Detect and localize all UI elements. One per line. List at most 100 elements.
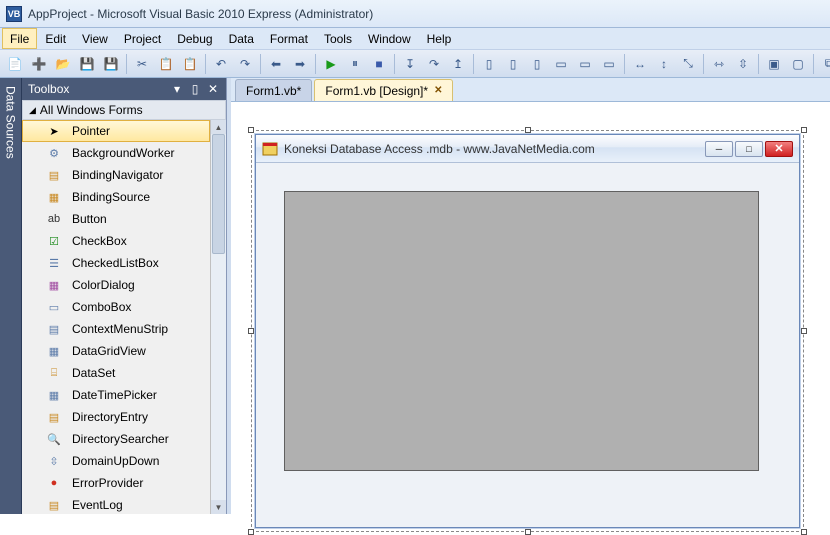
menu-tools[interactable]: Tools [316, 28, 360, 49]
form-client-area[interactable] [256, 163, 799, 527]
toolbox-item-dataset[interactable]: ⌸DataSet [22, 362, 210, 384]
align-bot-icon[interactable]: ▭ [598, 53, 620, 75]
nav-fwd-icon[interactable]: ➡ [289, 53, 311, 75]
toolbox-item-datagridview[interactable]: ▦DataGridView [22, 340, 210, 362]
toolbox-dropdown-icon[interactable]: ▾ [170, 82, 184, 96]
bring-front-icon[interactable]: ▣ [763, 53, 785, 75]
tab-close-icon[interactable]: ✕ [434, 85, 442, 96]
new-project-icon[interactable]: 📄 [4, 53, 26, 75]
data-sources-label: Data Sources [4, 86, 18, 159]
cut-icon[interactable]: ✂ [131, 53, 153, 75]
break-icon[interactable]: ⏸ [344, 53, 366, 75]
toolbox-item-checkedlistbox[interactable]: ☰CheckedListBox [22, 252, 210, 274]
collapse-icon: ◢ [29, 105, 36, 116]
toolbox-category[interactable]: ◢ All Windows Forms [22, 100, 226, 120]
toolbox-item-directorysearcher[interactable]: 🔍DirectorySearcher [22, 428, 210, 450]
menu-debug[interactable]: Debug [169, 28, 220, 49]
size-height-icon[interactable]: ↕ [653, 53, 675, 75]
form-designer[interactable]: Koneksi Database Access .mdb - www.JavaN… [231, 102, 830, 514]
paste-icon[interactable]: 📋 [179, 53, 201, 75]
align-center-icon[interactable]: ▯ [502, 53, 524, 75]
toolbox-header: Toolbox ▾ ▯ ✕ [22, 78, 226, 100]
doc-tab[interactable]: Form1.vb* [235, 79, 312, 101]
data-sources-tab[interactable]: Data Sources [0, 78, 22, 514]
start-debug-icon[interactable]: ▶ [320, 53, 342, 75]
toolbox-item-label: DomainUpDown [72, 454, 159, 468]
maximize-button[interactable]: □ [735, 141, 763, 157]
nav-back-icon[interactable]: ⬅ [265, 53, 287, 75]
scroll-down-icon[interactable]: ▼ [211, 500, 226, 514]
align-right-icon[interactable]: ▯ [526, 53, 548, 75]
toolbox-close-icon[interactable]: ✕ [206, 82, 220, 96]
resize-handle[interactable] [525, 127, 531, 133]
resize-handle[interactable] [525, 529, 531, 535]
save-all-icon[interactable]: 💾 [100, 53, 122, 75]
scroll-up-icon[interactable]: ▲ [211, 120, 226, 134]
toolbox-item-label: BindingNavigator [72, 168, 163, 182]
form-window[interactable]: Koneksi Database Access .mdb - www.JavaN… [255, 134, 800, 528]
toolbox-item-contextmenustrip[interactable]: ▤ContextMenuStrip [22, 318, 210, 340]
tab-order-icon[interactable]: ⧉ [818, 53, 830, 75]
toolbox-item-pointer[interactable]: ➤Pointer [22, 120, 210, 142]
undo-icon[interactable]: ↶ [210, 53, 232, 75]
minimize-button[interactable]: ─ [705, 141, 733, 157]
menu-format[interactable]: Format [262, 28, 316, 49]
step-out-icon[interactable]: ↥ [447, 53, 469, 75]
scroll-thumb[interactable] [212, 134, 225, 254]
size-both-icon[interactable]: ⤡ [677, 53, 699, 75]
toolbox-item-bindingsource[interactable]: ▦BindingSource [22, 186, 210, 208]
size-width-icon[interactable]: ↔ [629, 53, 651, 75]
toolbox-item-directoryentry[interactable]: ▤DirectoryEntry [22, 406, 210, 428]
toolbox-item-combobox[interactable]: ▭ComboBox [22, 296, 210, 318]
align-mid-icon[interactable]: ▭ [574, 53, 596, 75]
checkbox-icon: ☑ [46, 233, 62, 249]
resize-handle[interactable] [801, 529, 807, 535]
menu-file[interactable]: File [2, 28, 37, 49]
toolbox-item-label: ColorDialog [72, 278, 135, 292]
send-back-icon[interactable]: ▢ [787, 53, 809, 75]
resize-handle[interactable] [248, 127, 254, 133]
resize-handle[interactable] [248, 328, 254, 334]
resize-handle[interactable] [801, 127, 807, 133]
toolbox-item-button[interactable]: abButton [22, 208, 210, 230]
align-top-icon[interactable]: ▭ [550, 53, 572, 75]
add-item-icon[interactable]: ➕ [28, 53, 50, 75]
close-button[interactable]: ✕ [765, 141, 793, 157]
resize-handle[interactable] [248, 529, 254, 535]
toolbox-pin-icon[interactable]: ▯ [188, 82, 202, 96]
separator [703, 54, 704, 74]
redo-icon[interactable]: ↷ [234, 53, 256, 75]
hspace-icon[interactable]: ⇿ [708, 53, 730, 75]
toolbox-scrollbar[interactable]: ▲ ▼ [210, 120, 226, 514]
toolbox-item-colordialog[interactable]: ▦ ColorDialog [22, 274, 210, 296]
stop-icon[interactable]: ■ [368, 53, 390, 75]
menu-window[interactable]: Window [360, 28, 419, 49]
toolbox-category-label: All Windows Forms [40, 103, 143, 117]
align-left-icon[interactable]: ▯ [478, 53, 500, 75]
doc-tab-label: Form1.vb* [246, 84, 301, 98]
menu-data[interactable]: Data [221, 28, 262, 49]
form-titlebar: Koneksi Database Access .mdb - www.JavaN… [256, 135, 799, 163]
toolbox-item-bindingnavigator[interactable]: ▤BindingNavigator [22, 164, 210, 186]
toolbox-item-errorprovider[interactable]: ●ErrorProvider [22, 472, 210, 494]
toolbox-item-checkbox[interactable]: ☑CheckBox [22, 230, 210, 252]
doc-tab[interactable]: Form1.vb [Design]*✕ [314, 79, 453, 101]
main-toolbar: 📄➕📂💾💾✂📋📋↶↷⬅➡▶⏸■↧↷↥▯▯▯▭▭▭↔↕⤡⇿⇳▣▢⧉ [0, 50, 830, 78]
save-icon[interactable]: 💾 [76, 53, 98, 75]
resize-handle[interactable] [801, 328, 807, 334]
step-into-icon[interactable]: ↧ [399, 53, 421, 75]
toolbox-item-domainupdown[interactable]: ⇳DomainUpDown [22, 450, 210, 472]
menu-edit[interactable]: Edit [37, 28, 74, 49]
toolbox-item-eventlog[interactable]: ▤EventLog [22, 494, 210, 514]
toolbox-item-backgroundworker[interactable]: ⚙BackgroundWorker [22, 142, 210, 164]
vspace-icon[interactable]: ⇳ [732, 53, 754, 75]
open-icon[interactable]: 📂 [52, 53, 74, 75]
datagrid-control[interactable] [284, 191, 759, 471]
toolbox-item-datetimepicker[interactable]: ▦DateTimePicker [22, 384, 210, 406]
menu-project[interactable]: Project [116, 28, 169, 49]
menu-help[interactable]: Help [419, 28, 460, 49]
menu-view[interactable]: View [74, 28, 116, 49]
step-over-icon[interactable]: ↷ [423, 53, 445, 75]
copy-icon[interactable]: 📋 [155, 53, 177, 75]
colordialog-icon: ▦ [46, 277, 62, 293]
